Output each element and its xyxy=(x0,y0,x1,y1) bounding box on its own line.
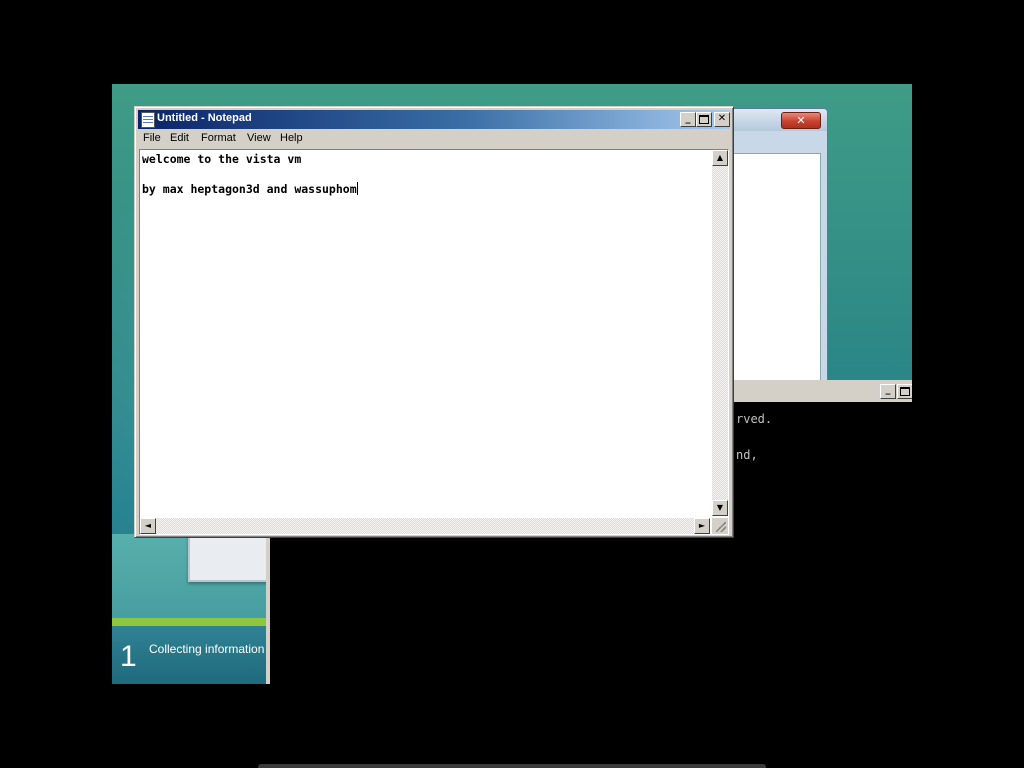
setup-window: 1 Collecting information xyxy=(112,534,272,684)
resize-grip-icon[interactable] xyxy=(712,518,728,534)
menu-bar: File Edit Format View Help xyxy=(138,129,730,148)
setup-steps-panel: 1 Collecting information xyxy=(112,626,266,684)
text-line: by max heptagon3d and wassuphom xyxy=(142,182,358,197)
text-cursor xyxy=(356,182,358,195)
menu-file[interactable]: File xyxy=(143,132,161,144)
console-line: nd, xyxy=(736,448,758,462)
editor-text[interactable]: welcome to the vista vm by max heptagon3… xyxy=(142,152,358,197)
notepad-icon xyxy=(141,112,155,128)
maximize-button[interactable] xyxy=(696,112,712,127)
notepad-titlebar[interactable]: Untitled - Notepad _ ✕ xyxy=(138,110,730,129)
console-line: rved. xyxy=(736,412,773,426)
vm-screen: 1 Collecting information ✕ _ rved. nd, U… xyxy=(112,84,912,684)
scrollbar-track[interactable] xyxy=(712,166,728,500)
scroll-left-button[interactable]: ◄ xyxy=(140,518,156,534)
notepad-window[interactable]: Untitled - Notepad _ ✕ File Edit Format … xyxy=(134,106,734,538)
setup-dialog-fragment xyxy=(188,534,272,582)
horizontal-scrollbar[interactable]: ◄ ► xyxy=(140,518,710,534)
text-editor-area[interactable]: welcome to the vista vm by max heptagon3… xyxy=(139,149,729,535)
menu-format[interactable]: Format xyxy=(201,132,236,144)
menu-help[interactable]: Help xyxy=(280,132,303,144)
scroll-down-button[interactable]: ▼ xyxy=(712,500,728,516)
minimize-button[interactable]: _ xyxy=(680,112,696,127)
text-line-content: by max heptagon3d and wassuphom xyxy=(142,182,357,196)
window-title: Untitled - Notepad xyxy=(157,112,252,124)
menu-view[interactable]: View xyxy=(247,132,271,144)
text-line: welcome to the vista vm xyxy=(142,152,302,166)
text-line xyxy=(142,167,358,182)
background-window-body xyxy=(719,153,821,381)
host-taskbar xyxy=(258,764,766,768)
setup-step-label: Collecting information xyxy=(149,642,265,656)
close-button[interactable]: ✕ xyxy=(781,112,821,129)
scroll-up-button[interactable]: ▲ xyxy=(712,150,728,166)
scroll-right-button[interactable]: ► xyxy=(694,518,710,534)
setup-progress-bar xyxy=(112,618,266,626)
setup-step-number: 1 xyxy=(120,640,137,673)
minimize-button[interactable]: _ xyxy=(880,384,896,399)
close-button[interactable]: ✕ xyxy=(714,112,730,127)
vertical-scrollbar[interactable]: ▲ ▼ xyxy=(712,150,728,516)
maximize-button[interactable] xyxy=(897,384,912,399)
menu-edit[interactable]: Edit xyxy=(170,132,189,144)
